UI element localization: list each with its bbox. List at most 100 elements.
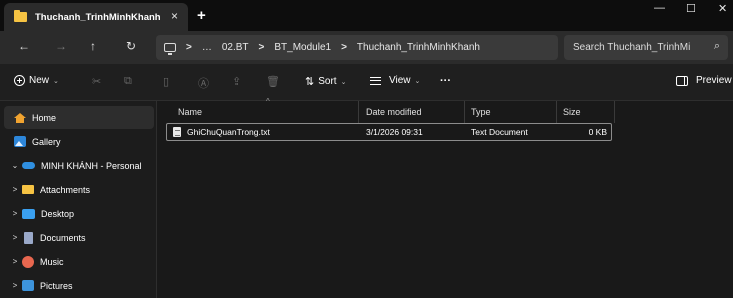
sidebar-item-label: Documents [40, 232, 86, 243]
preview-pane-icon [676, 75, 688, 86]
home-icon [14, 112, 26, 123]
column-header-label: Type [471, 107, 491, 117]
chevron-right-icon[interactable]: > [8, 257, 22, 266]
maximize-button[interactable]: ☐ [686, 2, 696, 15]
sidebar-item-label: Music [40, 256, 64, 267]
view-icon [370, 76, 381, 85]
column-header-type[interactable]: Type [471, 101, 491, 123]
breadcrumb-separator: > [258, 42, 265, 53]
tab-strip: Thuchanh_TrinhMinhKhanh × + — ☐ ✕ [0, 0, 733, 31]
sidebar-item-label: MINH KHÁNH - Personal [41, 160, 142, 171]
chevron-right-icon[interactable]: > [8, 185, 22, 194]
paste-icon[interactable]: ▯ [163, 75, 169, 88]
chevron-down-icon[interactable]: ⌄ [8, 161, 22, 170]
navigation-pane: Home Gallery ⌄ MINH KHÁNH - Personal > A… [0, 101, 157, 298]
new-button[interactable]: New ⌄ [14, 75, 59, 86]
chevron-right-icon[interactable]: > [8, 233, 22, 242]
chevron-down-icon: ⌄ [340, 78, 347, 86]
desktop-icon [22, 208, 35, 219]
sidebar-item-label: Pictures [40, 280, 73, 291]
column-header-size[interactable]: Size [563, 101, 581, 123]
chevron-right-icon[interactable]: > [8, 209, 22, 218]
column-header-label: Date modified [366, 107, 422, 117]
minimize-button[interactable]: — [654, 2, 665, 14]
sidebar-item-desktop[interactable]: > Desktop [4, 202, 154, 225]
sidebar-item-documents[interactable]: > Documents [4, 226, 154, 249]
breadcrumb-separator: > [341, 42, 347, 53]
preview-button[interactable]: Preview [676, 75, 732, 86]
file-name: GhiChuQuanTrong.txt [187, 127, 270, 137]
sidebar-item-onedrive[interactable]: ⌄ MINH KHÁNH - Personal [4, 154, 154, 177]
sidebar-item-gallery[interactable]: Gallery [4, 130, 154, 153]
file-list: ^ Name Date modified Type Size GhiChuQua… [158, 97, 733, 298]
up-button[interactable]: ↑ [90, 39, 96, 53]
search-icon[interactable]: ⌕ [714, 40, 720, 53]
column-divider[interactable] [556, 101, 557, 123]
more-icon: ··· [440, 75, 451, 87]
breadcrumb-separator: > [186, 42, 192, 53]
rename-icon[interactable]: Ⓐ [198, 75, 209, 91]
search-box[interactable]: Search Thuchanh_TrinhMi ⌕ [564, 35, 728, 60]
gallery-icon [14, 136, 26, 147]
address-bar[interactable]: > … 02.BT > BT_Module1 > Thuchanh_TrinhM… [156, 35, 558, 60]
column-divider[interactable] [464, 101, 465, 123]
pictures-icon [22, 280, 34, 291]
plus-icon [14, 75, 25, 86]
sort-label: Sort [318, 76, 337, 87]
column-header-label: Size [563, 107, 581, 117]
sort-icon: ⇅ [305, 76, 315, 88]
tab-close-button[interactable]: × [171, 9, 178, 23]
breadcrumb-bt-module1[interactable]: BT_Module1 [274, 42, 331, 53]
command-bar: New ⌄ ✂ ⧉ ▯ Ⓐ ⇪ 🗑 ⇅ Sort ⌄ View ⌄ ··· Pr… [0, 64, 733, 101]
music-icon [22, 255, 34, 268]
sidebar-item-label: Attachments [40, 184, 91, 195]
breadcrumb-more[interactable]: … [202, 42, 212, 53]
back-button[interactable]: ← [18, 39, 30, 53]
table-row[interactable]: GhiChuQuanTrong.txt 3/1/2026 09:31 Text … [166, 123, 612, 141]
view-button[interactable]: View ⌄ [370, 75, 420, 86]
search-input[interactable]: Search Thuchanh_TrinhMi [573, 42, 690, 53]
more-options-button[interactable]: ··· [440, 75, 451, 87]
copy-icon[interactable]: ⧉ [124, 75, 132, 88]
sidebar-item-label: Desktop [41, 208, 75, 219]
breadcrumb-thuchanh[interactable]: Thuchanh_TrinhMinhKhanh [357, 42, 480, 53]
cut-icon[interactable]: ✂ [92, 75, 101, 88]
folder-icon [14, 10, 27, 22]
file-date-modified: 3/1/2026 09:31 [366, 127, 423, 137]
forward-button[interactable]: → [55, 39, 67, 53]
sidebar-item-music[interactable]: > Music [4, 250, 154, 273]
preview-label: Preview [696, 75, 732, 86]
tab-thuchanh[interactable]: Thuchanh_TrinhMinhKhanh × [4, 3, 188, 31]
sort-button[interactable]: ⇅ Sort ⌄ [305, 75, 346, 88]
folder-icon [22, 185, 34, 194]
sidebar-item-pictures[interactable]: > Pictures [4, 274, 154, 297]
chevron-down-icon: ⌄ [414, 77, 421, 85]
refresh-button[interactable]: ↻ [126, 39, 136, 53]
column-header-name[interactable]: Name [178, 101, 202, 123]
column-header-label: Name [178, 107, 203, 117]
onedrive-icon [22, 162, 35, 169]
sidebar-item-attachments[interactable]: > Attachments [4, 178, 154, 201]
column-divider[interactable] [614, 101, 615, 123]
share-icon[interactable]: ⇪ [232, 75, 241, 88]
delete-icon[interactable]: 🗑 [266, 75, 280, 88]
column-header-date[interactable]: Date modified [366, 101, 422, 123]
close-window-button[interactable]: ✕ [718, 2, 727, 15]
sidebar-item-home[interactable]: Home [4, 106, 154, 129]
chevron-right-icon[interactable]: > [8, 281, 22, 290]
file-type: Text Document [471, 127, 528, 137]
sidebar-item-label: Home [32, 112, 57, 123]
column-divider[interactable] [358, 101, 359, 123]
file-size: 0 KB [588, 127, 607, 137]
text-file-icon [173, 127, 181, 137]
breadcrumb-02bt[interactable]: 02.BT [222, 42, 249, 53]
navigation-bar: ← → ↑ ↻ > … 02.BT > BT_Module1 > Thuchan… [0, 31, 733, 64]
this-pc-icon[interactable] [164, 43, 176, 55]
new-tab-button[interactable]: + [197, 7, 206, 24]
chevron-down-icon: ⌄ [53, 77, 59, 85]
sidebar-item-label: Gallery [32, 136, 61, 147]
documents-icon [24, 231, 33, 244]
tab-title: Thuchanh_TrinhMinhKhanh [35, 11, 161, 23]
sort-indicator-icon: ^ [266, 97, 270, 106]
new-label: New [29, 75, 50, 86]
